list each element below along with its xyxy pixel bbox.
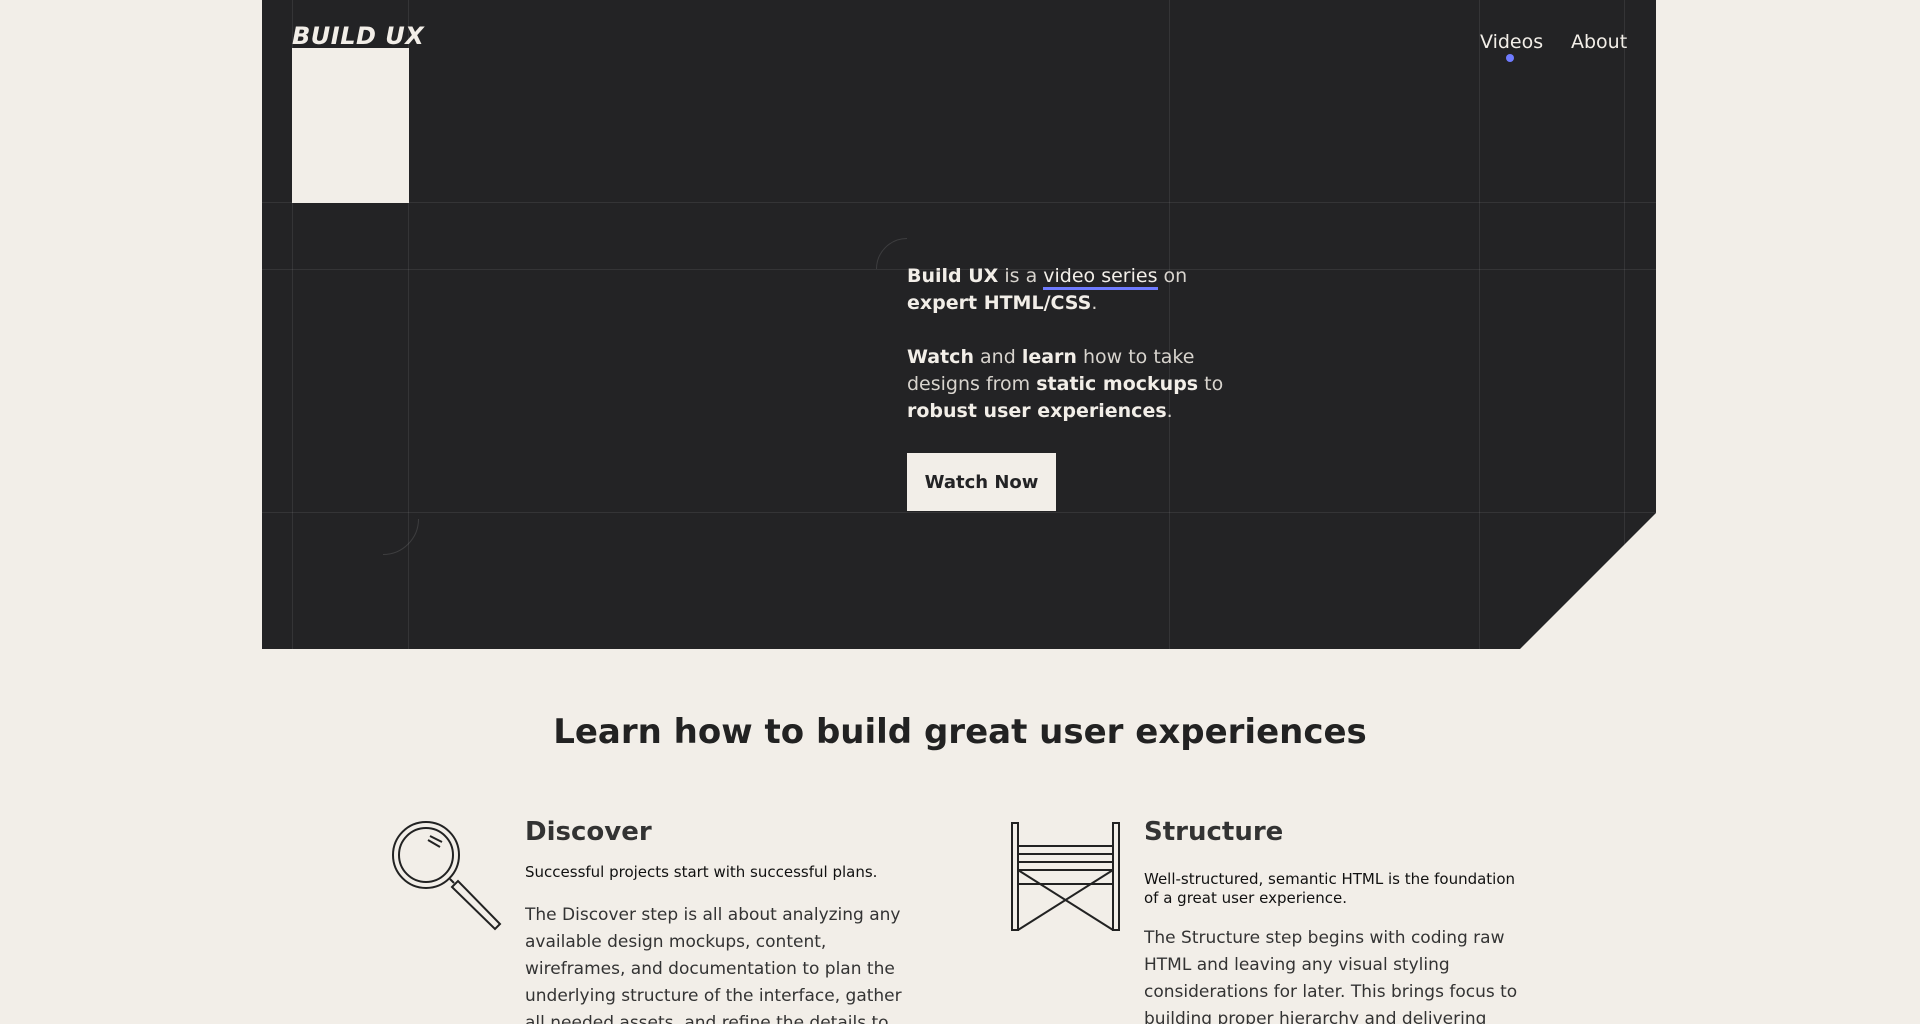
logo[interactable]: BUILD UX (292, 22, 424, 50)
nav-videos[interactable]: Videos (1480, 31, 1543, 53)
grid-line (262, 202, 1656, 203)
section-title: Learn how to build great user experience… (553, 712, 1367, 752)
feature-title-discover: Discover (525, 817, 652, 847)
active-nav-indicator (1506, 54, 1514, 62)
feature-subtitle-structure: Well-structured, semantic HTML is the fo… (1144, 870, 1516, 907)
hero-paragraph-2: Watch and learn how to take designs from… (907, 346, 1224, 422)
feature-subtitle-discover: Successful projects start with successfu… (525, 863, 878, 881)
hero-intro: Build UX is a video series on expert HTM… (907, 263, 1237, 452)
feature-body-structure: The Structure step begins with coding ra… (1144, 928, 1518, 1024)
grid-line (1624, 0, 1625, 649)
grid-line (1479, 0, 1480, 649)
grid-line (262, 512, 1656, 513)
hero-paragraph-1: Build UX is a video series on expert HTM… (907, 265, 1188, 314)
feature-title-structure: Structure (1144, 817, 1284, 847)
watch-now-button[interactable]: Watch Now (907, 453, 1056, 511)
logo-block (292, 48, 409, 203)
video-series-link[interactable]: video series (1043, 265, 1158, 290)
feature-body-discover: The Discover step is all about analyzing… (525, 905, 902, 1024)
scaffolding-icon (1011, 822, 1120, 931)
nav-about[interactable]: About (1571, 31, 1627, 53)
magnifying-glass-icon (392, 821, 502, 931)
